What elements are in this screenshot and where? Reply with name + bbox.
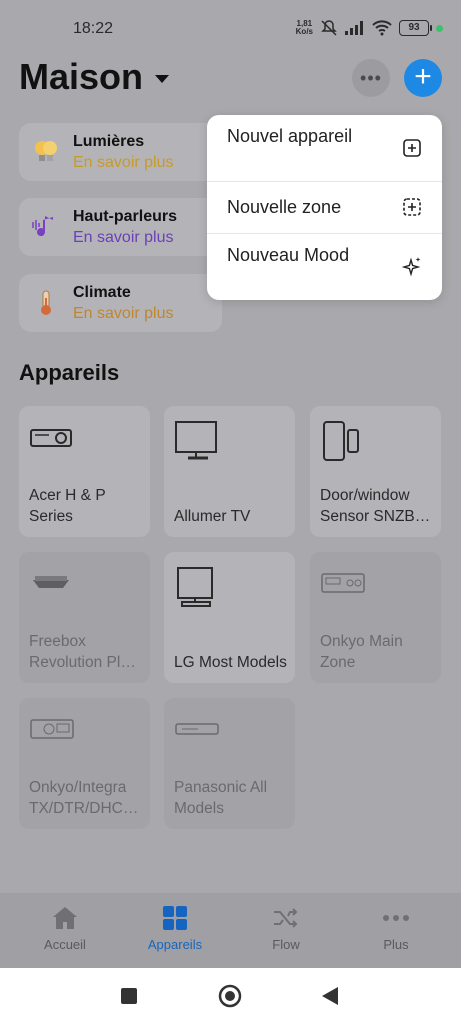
device-card[interactable]: Door/window Sensor SNZB… <box>310 406 441 537</box>
bottom-nav: Accueil Appareils Flow Plus <box>0 893 461 968</box>
device-card[interactable]: Onkyo/Integra TX/DTR/DHC… <box>19 698 150 829</box>
grid-icon <box>163 906 187 930</box>
home-icon <box>53 907 77 929</box>
nav-label: Appareils <box>147 937 203 952</box>
menu-item-new-mood[interactable]: Nouveau Mood <box>207 233 442 300</box>
device-label: Onkyo Main Zone <box>320 633 403 671</box>
menu-item-label: Nouvel appareil <box>227 126 353 146</box>
settop-box-icon <box>33 576 69 588</box>
nav-item-accueil[interactable]: Accueil <box>15 903 115 952</box>
menu-item-label: Nouveau Mood <box>227 245 350 265</box>
network-speed: 1,81 Ko/s <box>295 19 313 36</box>
category-label: Haut-parleurs <box>73 208 178 225</box>
door-sensor-icon <box>323 421 359 461</box>
nav-item-flow[interactable]: Flow <box>236 903 336 952</box>
category-label: Lumières <box>73 133 145 150</box>
home-button[interactable] <box>218 984 242 1008</box>
bluray-player-icon <box>175 723 219 735</box>
wifi-icon <box>372 20 392 36</box>
dashed-plus-square-icon <box>403 198 421 216</box>
home-selector[interactable]: Maison <box>19 56 170 98</box>
back-button[interactable] <box>320 986 340 1006</box>
receiver-icon <box>321 573 365 593</box>
nav-item-plus[interactable]: Plus <box>346 903 446 952</box>
nav-label: Plus <box>383 937 409 952</box>
plus-square-icon <box>403 139 421 157</box>
menu-item-label: Nouvelle zone <box>227 197 342 217</box>
device-label: Allumer TV <box>174 508 251 525</box>
nav-label: Flow <box>272 937 300 952</box>
device-card[interactable]: Onkyo Main Zone <box>310 552 441 683</box>
section-title: Appareils <box>19 360 120 385</box>
plus-icon: + <box>414 60 432 93</box>
menu-item-new-zone[interactable]: Nouvelle zone <box>207 181 442 234</box>
amplifier-icon <box>30 719 74 739</box>
device-card[interactable]: Allumer TV <box>164 406 295 537</box>
projector-icon <box>30 429 72 447</box>
mute-icon <box>321 20 337 36</box>
device-label: Onkyo/Integra TX/DTR/DHC… <box>29 779 139 817</box>
menu-item-new-device[interactable]: Nouvel appareil <box>207 115 442 182</box>
ellipsis-icon: ••• <box>360 67 382 88</box>
signal-icon <box>345 21 363 35</box>
learn-more-link[interactable]: En savoir plus <box>73 229 174 247</box>
learn-more-link[interactable]: En savoir plus <box>73 305 174 323</box>
recents-button[interactable] <box>120 987 138 1005</box>
learn-more-link[interactable]: En savoir plus <box>73 154 174 172</box>
system-nav-bar <box>0 968 461 1024</box>
privacy-dot <box>436 24 443 32</box>
category-label: Climate <box>73 284 131 301</box>
add-dropdown-menu: Nouvel appareil Nouvelle zone Nouveau Mo… <box>207 115 442 300</box>
status-bar: 18:22 1,81 Ko/s 93 <box>0 0 461 56</box>
category-card-climate[interactable]: Climate En savoir plus <box>19 274 222 332</box>
device-label: Acer H & P Series <box>29 487 106 525</box>
device-card[interactable]: Panasonic All Models <box>164 698 295 829</box>
dots-icon <box>383 915 409 921</box>
device-label: Panasonic All Models <box>174 779 268 817</box>
nav-item-appareils[interactable]: Appareils <box>125 903 225 952</box>
chevron-down-icon <box>155 75 170 83</box>
device-label: Freebox Revolution Pl… <box>29 633 136 671</box>
page-title: Maison <box>19 56 144 97</box>
device-card[interactable]: Freebox Revolution Pl… <box>19 552 150 683</box>
device-card[interactable]: LG Most Models <box>164 552 295 683</box>
device-card[interactable]: Acer H & P Series <box>19 406 150 537</box>
music-note-icon <box>32 216 53 237</box>
tv-icon <box>177 567 213 607</box>
battery-indicator: 93 <box>399 20 432 36</box>
category-card-speakers[interactable]: Haut-parleurs En savoir plus <box>19 198 222 256</box>
tv-icon <box>175 421 217 460</box>
light-bulb-icon <box>35 141 57 161</box>
sparkle-icon <box>402 257 421 277</box>
nav-label: Accueil <box>44 937 86 952</box>
shuffle-icon <box>274 908 298 928</box>
device-label: LG Most Models <box>174 654 287 671</box>
thermometer-icon <box>41 290 51 315</box>
category-card-lights[interactable]: Lumières En savoir plus <box>19 123 222 181</box>
add-button[interactable]: + <box>404 59 442 97</box>
more-options-button[interactable]: ••• <box>352 59 390 97</box>
status-time: 18:22 <box>73 20 114 37</box>
device-label: Door/window Sensor SNZB… <box>320 487 431 525</box>
